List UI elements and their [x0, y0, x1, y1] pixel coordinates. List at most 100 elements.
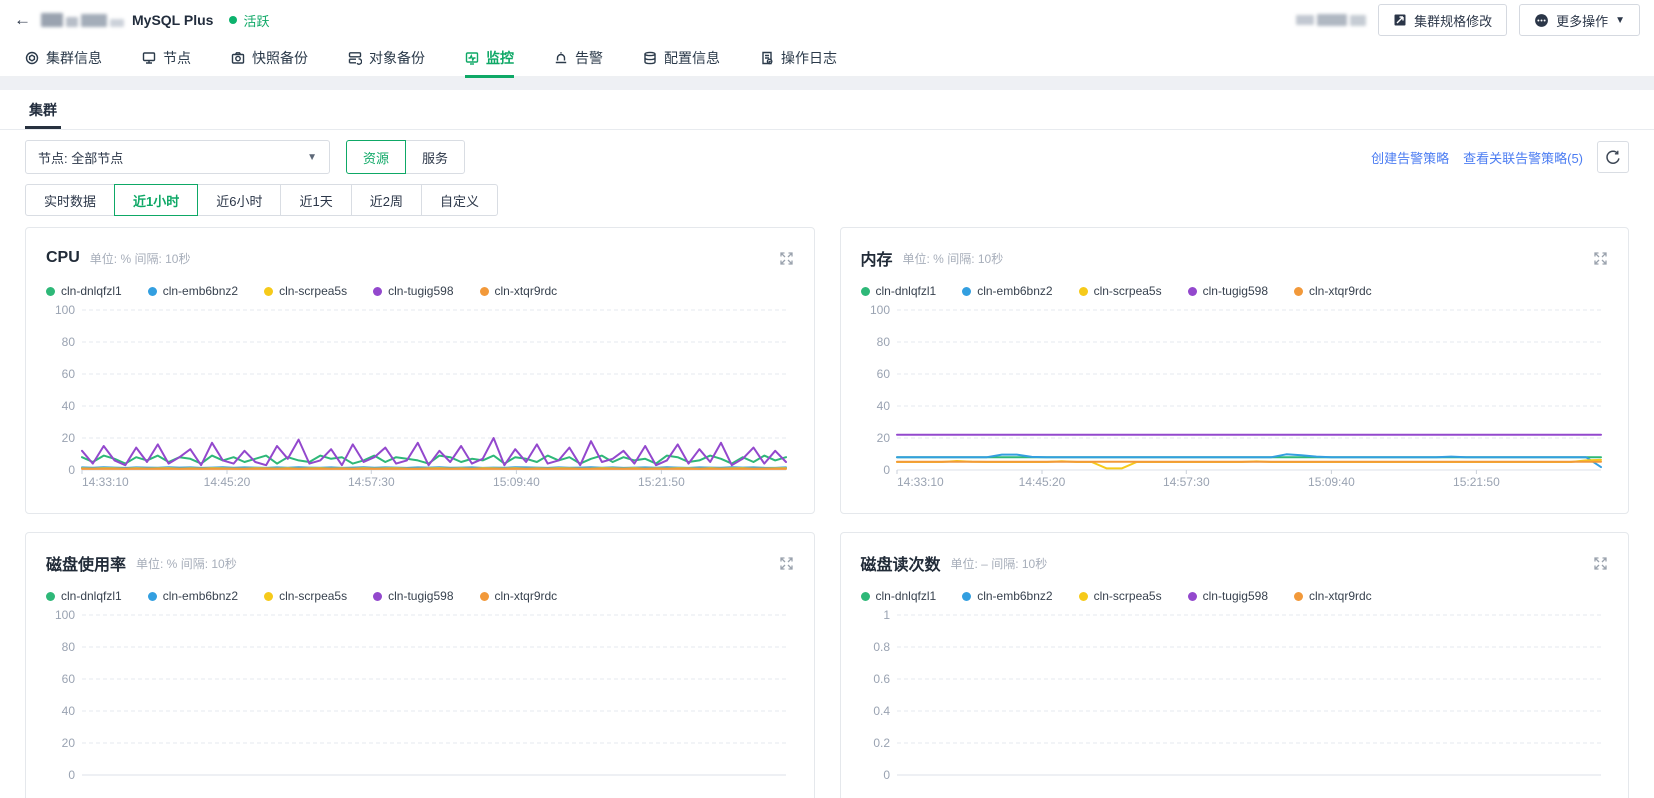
legend-label: cln-emb6bnz2	[162, 284, 239, 298]
legend-dot-icon	[962, 286, 972, 296]
tab-label: 配置信息	[664, 50, 720, 66]
top-bar: ← MySQL Plus 活跃 集群规格修改 更多操作 ▼	[0, 0, 1654, 40]
legend-item-cln-xtqr9rdc[interactable]: cln-xtqr9rdc	[1294, 284, 1372, 298]
legend-item-cln-xtqr9rdc[interactable]: cln-xtqr9rdc	[479, 284, 557, 298]
more-actions-button[interactable]: 更多操作 ▼	[1519, 4, 1640, 36]
legend-item-cln-emb6bnz2[interactable]: cln-emb6bnz2	[147, 589, 238, 603]
tab-label: 集群信息	[46, 50, 102, 66]
tab-config-info[interactable]: 配置信息	[643, 40, 720, 76]
node-select[interactable]: 节点: 全部节点 ▼	[25, 140, 330, 174]
cluster-info-icon	[25, 51, 39, 65]
chart-card-cpu: CPU 单位: % 间隔: 10秒 cln-dnlqfzl1 cln-emb6bn…	[25, 227, 815, 514]
modify-spec-button[interactable]: 集群规格修改	[1378, 4, 1508, 36]
alarm-icon	[555, 52, 567, 64]
time-range-custom[interactable]: 自定义	[420, 184, 498, 216]
chart-legend: cln-dnlqfzl1 cln-emb6bnz2 cln-scrpea5s cln-…	[46, 280, 794, 302]
modify-spec-icon	[1394, 14, 1406, 26]
chart-title: 磁盘使用率	[46, 557, 127, 574]
svg-text:0: 0	[883, 768, 890, 782]
legend-dot-icon	[1294, 286, 1303, 296]
refresh-icon	[1606, 150, 1620, 164]
legend-dot-icon	[1187, 591, 1197, 601]
time-range-1d[interactable]: 近1天	[280, 184, 352, 216]
chart-canvas[interactable]: 0 0.2 0.4 0.6 0.8 1	[861, 608, 1609, 797]
svg-text:0: 0	[68, 463, 75, 477]
view-alarm-policies-link[interactable]: 查看关联告警策略(5)	[1463, 148, 1583, 167]
expand-icon[interactable]	[1593, 251, 1608, 266]
legend-dot-icon	[46, 286, 55, 296]
svg-text:100: 100	[55, 609, 75, 622]
svg-text:14:57:30: 14:57:30	[1162, 475, 1209, 489]
tab-monitoring[interactable]: 监控	[465, 40, 514, 78]
legend-label: cln-dnlqfzl1	[875, 284, 937, 298]
legend-dot-icon	[264, 286, 274, 296]
time-range-realtime[interactable]: 实时数据	[25, 184, 116, 216]
legend-item-cln-xtqr9rdc[interactable]: cln-xtqr9rdc	[1294, 589, 1372, 603]
legend-item-cln-tugig598[interactable]: cln-tugig598	[373, 284, 454, 298]
tab-alarm[interactable]: 告警	[554, 40, 603, 76]
refresh-button[interactable]	[1597, 141, 1629, 173]
legend-item-cln-emb6bnz2[interactable]: cln-emb6bnz2	[962, 589, 1053, 603]
legend-label: cln-dnlqfzl1	[61, 589, 122, 603]
legend-item-cln-tugig598[interactable]: cln-tugig598	[1187, 589, 1268, 603]
legend-item-cln-dnlqfzl1[interactable]: cln-dnlqfzl1	[46, 284, 122, 298]
legend-item-cln-scrpea5s[interactable]: cln-scrpea5s	[264, 284, 347, 298]
expand-icon[interactable]	[779, 251, 794, 266]
legend-item-cln-scrpea5s[interactable]: cln-scrpea5s	[1078, 589, 1162, 603]
legend-dot-icon	[147, 591, 157, 601]
chart-title: CPU	[46, 249, 80, 266]
tab-operation-log[interactable]: 操作日志	[760, 40, 837, 76]
svg-text:1: 1	[883, 609, 890, 622]
filter-controls-row: 节点: 全部节点 ▼ 资源 服务 创建告警策略 查看关联告警策略(5)	[25, 140, 1629, 174]
main-tab-bar: 集群信息 节点 快照备份 对象备份 监控 告警 配置信息 操作日志	[0, 40, 1654, 78]
legend-label: cln-emb6bnz2	[977, 284, 1053, 298]
svg-text:20: 20	[62, 431, 76, 445]
legend-label: cln-dnlqfzl1	[61, 284, 122, 298]
svg-text:15:21:50: 15:21:50	[638, 475, 685, 489]
time-range-2w[interactable]: 近2周	[350, 184, 422, 216]
chart-canvas[interactable]: 0 20 40 60 80 100 14:33:10 14:45:20 14:57:30 15:0…	[861, 303, 1609, 492]
expand-icon[interactable]	[1593, 556, 1608, 571]
legend-dot-icon	[373, 286, 383, 296]
svg-text:80: 80	[876, 335, 890, 349]
svg-text:20: 20	[876, 431, 890, 445]
legend-dot-icon	[264, 591, 274, 601]
tab-snapshot-backup[interactable]: 快照备份	[231, 40, 308, 76]
tab-object-backup[interactable]: 对象备份	[348, 40, 425, 76]
chart-canvas[interactable]: 0 20 40 60 80 100	[46, 608, 794, 797]
svg-text:0: 0	[68, 768, 75, 782]
time-range-6h[interactable]: 近6小时	[197, 184, 282, 216]
legend-item-cln-scrpea5s[interactable]: cln-scrpea5s	[264, 589, 347, 603]
legend-item-cln-emb6bnz2[interactable]: cln-emb6bnz2	[962, 284, 1053, 298]
time-range-1h[interactable]: 近1小时	[114, 184, 199, 216]
legend-item-cln-tugig598[interactable]: cln-tugig598	[1187, 284, 1268, 298]
legend-item-cln-scrpea5s[interactable]: cln-scrpea5s	[1078, 284, 1162, 298]
legend-item-cln-dnlqfzl1[interactable]: cln-dnlqfzl1	[860, 589, 936, 603]
tab-nodes[interactable]: 节点	[142, 40, 191, 76]
legend-item-cln-dnlqfzl1[interactable]: cln-dnlqfzl1	[860, 284, 937, 298]
resource-toggle-button[interactable]: 资源	[346, 140, 407, 174]
operation-log-icon	[762, 51, 773, 65]
legend-item-cln-emb6bnz2[interactable]: cln-emb6bnz2	[147, 284, 239, 298]
legend-dot-icon	[479, 286, 489, 296]
legend-item-cln-xtqr9rdc[interactable]: cln-xtqr9rdc	[479, 589, 557, 603]
chart-meta: 单位: % 间隔: 10秒	[902, 251, 1004, 266]
chart-card-memory: 内存 单位: % 间隔: 10秒 cln-dnlqfzl1 cln-emb6bnz…	[839, 227, 1629, 514]
expand-icon[interactable]	[779, 556, 794, 571]
chart-meta: 单位: % 间隔: 10秒	[136, 556, 237, 571]
service-toggle-button[interactable]: 服务	[405, 140, 466, 174]
legend-item-cln-tugig598[interactable]: cln-tugig598	[373, 589, 454, 603]
legend-label: cln-tugig598	[388, 284, 454, 298]
chart-canvas[interactable]: 0 20 40 60 80 100 14:33:10 14:45:20 14:57:30 15:0…	[46, 303, 794, 492]
legend-label: cln-xtqr9rdc	[1309, 284, 1372, 298]
legend-item-cln-dnlqfzl1[interactable]: cln-dnlqfzl1	[46, 589, 122, 603]
svg-text:14:33:10: 14:33:10	[82, 475, 129, 489]
tab-cluster-info[interactable]: 集群信息	[25, 40, 102, 76]
create-alarm-policy-link[interactable]: 创建告警策略	[1371, 148, 1449, 167]
time-range-group: 实时数据 近1小时 近6小时 近1天 近2周 自定义	[25, 184, 1629, 216]
back-icon[interactable]: ←	[14, 10, 31, 30]
more-actions-icon	[1535, 13, 1548, 27]
tab-label: 监控	[486, 50, 514, 66]
subtab-cluster[interactable]: 集群	[25, 90, 61, 129]
svg-text:15:21:50: 15:21:50	[1453, 475, 1500, 489]
